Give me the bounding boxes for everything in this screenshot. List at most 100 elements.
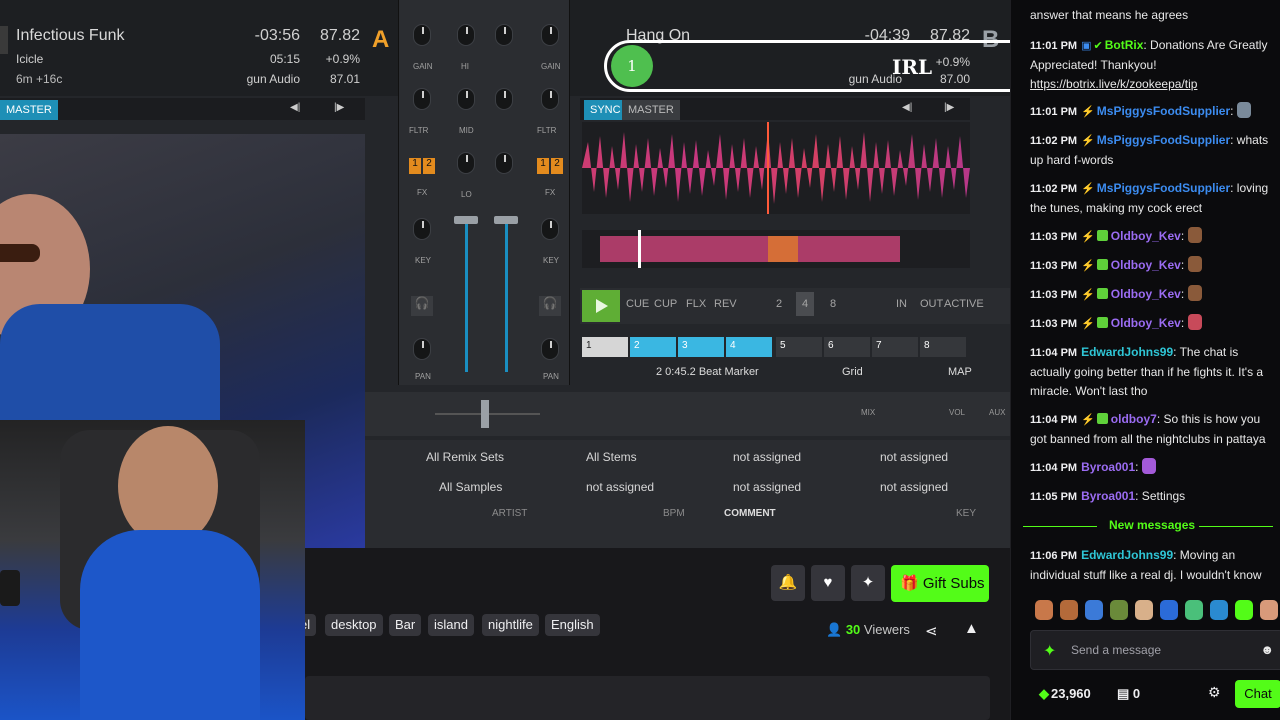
chat-link[interactable]: https://botrix.live/k/zookeepa/tip — [1030, 77, 1197, 91]
lo-knob-b[interactable] — [495, 152, 513, 174]
grid-label[interactable]: Grid — [842, 366, 863, 378]
in-button[interactable]: IN — [896, 298, 907, 310]
chat-username[interactable]: MsPiggysFoodSupplier — [1097, 181, 1230, 195]
loop-2-button[interactable]: 2 — [776, 298, 782, 310]
play-button[interactable] — [582, 290, 620, 322]
browse-slot-4[interactable]: not assigned — [733, 480, 801, 494]
notification-bell-button[interactable]: 🔔 — [771, 565, 805, 601]
emoji-picker-icon[interactable]: ☻ — [1260, 642, 1274, 657]
col-key[interactable]: KEY — [956, 508, 976, 519]
emote-icon[interactable] — [1260, 600, 1278, 620]
deck-a-next-icon[interactable]: |▶ — [334, 102, 344, 113]
browse-slot-2[interactable]: not assigned — [880, 450, 948, 464]
browse-samples[interactable]: All Samples — [439, 480, 502, 494]
tag-nightlife[interactable]: nightlife — [482, 614, 539, 636]
fltr-knob-a[interactable] — [413, 88, 431, 110]
hotcue-3[interactable]: 3 — [678, 337, 724, 357]
chat-username[interactable]: oldboy7 — [1111, 412, 1157, 426]
browse-stems[interactable]: All Stems — [586, 450, 637, 464]
hi-knob-b[interactable] — [495, 24, 513, 46]
hotcue-5[interactable]: 5 — [776, 337, 822, 357]
chat-username[interactable]: EdwardJohns99 — [1081, 345, 1173, 359]
col-bpm[interactable]: BPM — [663, 508, 685, 519]
chat-username[interactable]: MsPiggysFoodSupplier — [1097, 104, 1230, 118]
deck-b-prev-icon[interactable]: ◀| — [902, 102, 912, 113]
deck-b-overview[interactable] — [582, 230, 970, 268]
pan-knob-b[interactable] — [541, 338, 559, 360]
flx-button[interactable]: FLX — [686, 298, 706, 310]
emote-icon[interactable] — [1085, 600, 1103, 620]
active-button[interactable]: ACTIVE — [944, 298, 984, 310]
fltr-knob-b[interactable] — [541, 88, 559, 110]
report-warning-icon[interactable]: ▲ — [964, 620, 979, 637]
deck-b-sync-button[interactable]: SYNC — [584, 100, 627, 120]
out-button[interactable]: OUT — [920, 298, 943, 310]
chat-username[interactable]: Byroa001 — [1081, 460, 1135, 474]
chat-username[interactable]: MsPiggysFoodSupplier — [1097, 133, 1230, 147]
emote-icon[interactable] — [1135, 600, 1153, 620]
col-comment[interactable]: COMMENT — [724, 508, 776, 519]
emote-icon[interactable] — [1060, 600, 1078, 620]
channel-fader-a[interactable] — [454, 216, 478, 224]
shop-counter[interactable]: ▤ 0 — [1117, 686, 1140, 702]
hi-knob-a[interactable] — [457, 24, 475, 46]
fx-unit-2-a[interactable]: 2 — [423, 158, 435, 174]
chat-username[interactable]: Oldboy_Kev — [1111, 287, 1181, 301]
gift-subs-button[interactable]: 🎁 Gift Subs — [891, 565, 989, 602]
chat-username[interactable]: EdwardJohns99 — [1081, 548, 1173, 562]
map-button[interactable]: MAP — [948, 366, 972, 378]
headphone-cue-b-icon[interactable]: 🎧 — [539, 296, 561, 316]
chat-username[interactable]: Oldboy_Kev — [1111, 316, 1181, 330]
chat-username[interactable]: BotRix — [1105, 38, 1144, 52]
emote-icon[interactable] — [1160, 600, 1178, 620]
rev-button[interactable]: REV — [714, 298, 737, 310]
channel-points[interactable]: ◆ 23,960 — [1039, 686, 1091, 702]
fx-unit-1-b[interactable]: 1 — [537, 158, 549, 174]
emote-icon[interactable] — [1235, 600, 1253, 620]
browse-slot-3[interactable]: not assigned — [586, 480, 654, 494]
mid-knob-b[interactable] — [495, 88, 513, 110]
browse-slot-1[interactable]: not assigned — [733, 450, 801, 464]
chat-username[interactable]: Byroa001 — [1081, 489, 1135, 503]
follow-heart-button[interactable]: ♥ — [811, 565, 845, 601]
tag-desktop[interactable]: desktop — [325, 614, 383, 636]
emote-icon[interactable] — [1210, 600, 1228, 620]
hotcue-7[interactable]: 7 — [872, 337, 918, 357]
fx-unit-2-b[interactable]: 2 — [551, 158, 563, 174]
tag-island[interactable]: island — [428, 614, 474, 636]
loop-8-button[interactable]: 8 — [830, 298, 836, 310]
headphone-cue-a-icon[interactable]: 🎧 — [411, 296, 433, 316]
loop-4-button[interactable]: 4 — [796, 292, 815, 316]
cup-button[interactable]: CUP — [654, 298, 677, 310]
col-artist[interactable]: ARTIST — [492, 508, 527, 519]
cue-button[interactable]: CUE — [626, 298, 649, 310]
key-knob-a[interactable] — [413, 218, 431, 240]
emote-icon[interactable] — [1110, 600, 1128, 620]
hotcue-1[interactable]: 1 — [582, 337, 628, 357]
crossfader[interactable] — [481, 400, 489, 428]
emote-icon[interactable] — [1185, 600, 1203, 620]
tag-bar[interactable]: Bar — [389, 614, 422, 636]
chat-username[interactable]: Oldboy_Kev — [1111, 258, 1181, 272]
chat-username[interactable]: Oldboy_Kev — [1111, 229, 1181, 243]
fx-unit-1-a[interactable]: 1 — [409, 158, 421, 174]
deck-b-master-button[interactable]: MASTER — [622, 100, 680, 120]
sparkle-button[interactable]: ✦ — [851, 565, 885, 601]
sparkle-icon[interactable]: ✦ — [1043, 641, 1056, 661]
pan-knob-a[interactable] — [413, 338, 431, 360]
hotcue-2[interactable]: 2 — [630, 337, 676, 357]
deck-a-prev-icon[interactable]: ◀| — [290, 102, 300, 113]
deck-a-master-button[interactable]: MASTER — [0, 100, 58, 120]
browse-remix-sets[interactable]: All Remix Sets — [426, 450, 504, 464]
gain-knob-b[interactable] — [541, 24, 559, 46]
emote-icon[interactable] — [1035, 600, 1053, 620]
hotcue-4[interactable]: 4 — [726, 337, 772, 357]
deck-b-next-icon[interactable]: |▶ — [944, 102, 954, 113]
hotcue-8[interactable]: 8 — [920, 337, 966, 357]
chat-settings-gear-icon[interactable]: ⚙ — [1208, 684, 1221, 701]
new-messages-divider[interactable]: New messages — [1023, 518, 1273, 534]
mid-knob-a[interactable] — [457, 88, 475, 110]
tag-english[interactable]: English — [545, 614, 600, 636]
hotcue-6[interactable]: 6 — [824, 337, 870, 357]
channel-fader-b[interactable] — [494, 216, 518, 224]
